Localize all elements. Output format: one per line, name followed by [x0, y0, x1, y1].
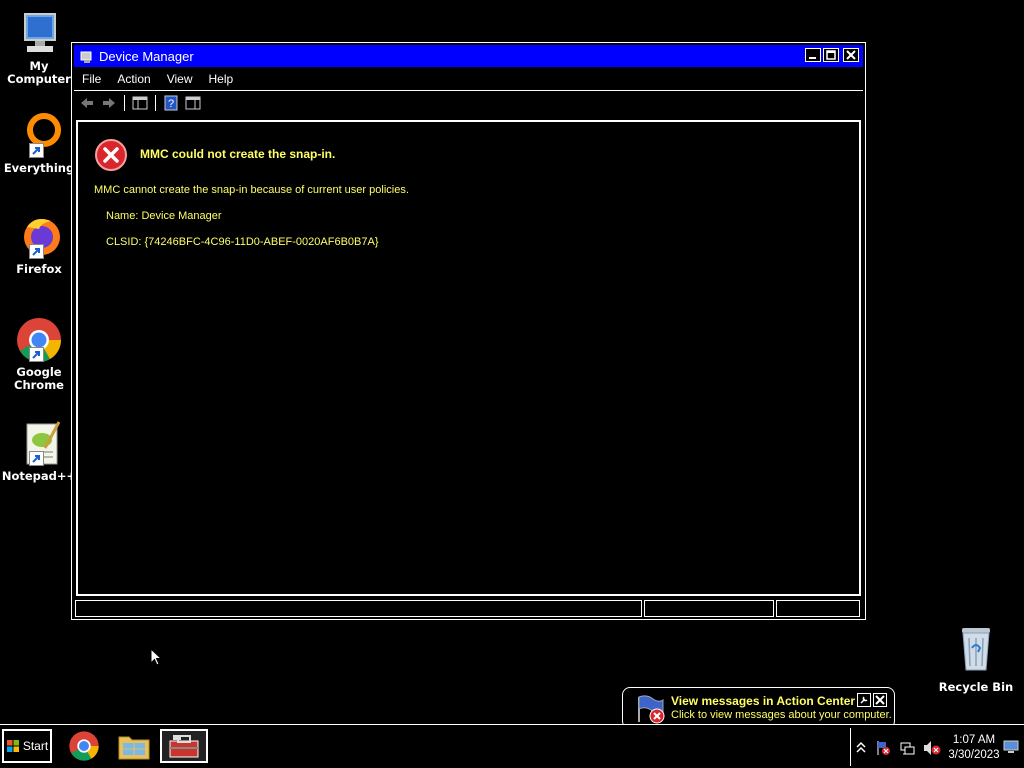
desktop-icon-label: Everything	[3, 161, 75, 175]
show-hide-action-pane-button[interactable]	[184, 94, 202, 112]
shortcut-arrow-icon	[29, 347, 44, 362]
title-bar[interactable]: Device Manager	[74, 45, 863, 67]
taskbar: Start 1:07 AM 3/30/2023	[0, 724, 1024, 768]
show-hide-console-tree-button[interactable]	[131, 94, 149, 112]
notification-text: Click to view messages about your comput…	[671, 709, 892, 721]
content-pane: MMC could not create the snap-in. MMC ca…	[76, 120, 861, 596]
toolbar-separator	[155, 95, 156, 111]
clock[interactable]: 1:07 AM 3/30/2023	[940, 733, 1008, 763]
toolbar-separator	[124, 95, 125, 111]
shortcut-arrow-icon	[29, 143, 44, 158]
desktop-icon-label: Firefox	[16, 262, 62, 276]
svg-text:?: ?	[168, 98, 174, 110]
desktop-icon-everything[interactable]: Everything	[0, 112, 78, 175]
mouse-cursor-icon	[150, 647, 163, 670]
system-tray	[850, 728, 941, 766]
error-snapin-name: Name: Device Manager	[106, 210, 222, 222]
menu-view[interactable]: View	[159, 72, 201, 86]
forward-button[interactable]	[100, 94, 118, 112]
menu-file[interactable]: File	[74, 72, 109, 86]
network-tray-icon[interactable]	[899, 740, 915, 756]
error-message: MMC cannot create the snap-in because of…	[94, 184, 409, 196]
help-icon[interactable]: ?	[162, 94, 180, 112]
chrome-icon	[69, 731, 99, 761]
firefox-icon	[15, 213, 63, 261]
desktop-icon-notepad-plus-plus[interactable]: Notepad++	[0, 420, 78, 483]
back-button[interactable]	[78, 94, 96, 112]
minimize-button[interactable]	[805, 48, 821, 62]
window-title: Device Manager	[99, 48, 194, 64]
wrench-icon	[860, 696, 868, 704]
action-center-flag-icon	[633, 694, 667, 724]
taskbar-device-manager-button[interactable]	[160, 729, 208, 763]
action-center-notification[interactable]: View messages in Action Center Click to …	[622, 687, 895, 738]
desktop-icon-label: Google Chrome	[14, 365, 64, 392]
desktop-icon-firefox[interactable]: Firefox	[0, 213, 78, 276]
shortcut-arrow-icon	[29, 244, 44, 259]
recycle-bin-icon	[962, 628, 990, 671]
monitor-icon	[1003, 740, 1019, 753]
show-hidden-icons-button[interactable]	[853, 740, 869, 756]
menu-divider	[74, 90, 863, 91]
action-center-tray-icon[interactable]	[875, 740, 891, 756]
status-bar	[75, 600, 862, 617]
error-title: MMC could not create the snap-in.	[140, 147, 336, 161]
windows-logo-icon	[6, 740, 19, 752]
toolbar: ?	[78, 93, 202, 113]
desktop-icon-google-chrome[interactable]: Google Chrome	[0, 316, 78, 392]
close-icon	[875, 695, 885, 705]
desktop-icon-my-computer[interactable]: My Computer	[0, 10, 78, 86]
status-pane-2	[644, 600, 774, 617]
show-desktop-button[interactable]	[1003, 739, 1019, 753]
everything-icon	[15, 112, 63, 160]
device-manager-window[interactable]: Device Manager File Action View Help ? M…	[71, 42, 866, 620]
start-label: Start	[22, 739, 49, 753]
device-manager-icon	[80, 49, 94, 63]
error-icon	[94, 138, 128, 172]
maximize-button[interactable]	[823, 48, 839, 62]
menu-action[interactable]: Action	[109, 72, 158, 86]
clock-time: 1:07 AM	[952, 734, 996, 746]
notification-title: View messages in Action Center	[671, 694, 856, 708]
notification-close-button[interactable]	[873, 693, 887, 707]
clock-date: 3/30/2023	[948, 749, 1000, 761]
shortcut-arrow-icon	[29, 451, 44, 466]
menu-bar: File Action View Help	[74, 69, 241, 89]
desktop-icon-label: Notepad++	[1, 469, 77, 483]
taskbar-explorer-button[interactable]	[114, 729, 154, 763]
chrome-icon	[15, 316, 63, 364]
status-pane-main	[75, 600, 642, 617]
menu-help[interactable]: Help	[201, 72, 242, 86]
notification-settings-button[interactable]	[857, 693, 871, 707]
desktop-icon-label: Recycle Bin	[938, 680, 1014, 694]
computer-icon	[15, 10, 63, 58]
desktop-icon-recycle-bin[interactable]: Recycle Bin	[936, 624, 1016, 694]
folder-icon	[118, 736, 150, 760]
close-button[interactable]	[843, 48, 859, 62]
volume-muted-tray-icon[interactable]	[923, 740, 941, 756]
toolbox-icon	[169, 735, 199, 758]
error-clsid: CLSID: {74246BFC-4C96-11D0-ABEF-0020AF6B…	[106, 236, 379, 248]
start-button[interactable]: Start	[2, 729, 52, 763]
desktop-icon-label: My Computer	[7, 59, 71, 86]
notepad-plus-plus-icon	[15, 420, 63, 468]
status-pane-3	[776, 600, 860, 617]
taskbar-chrome-button[interactable]	[64, 729, 104, 763]
chevron-up-icon	[856, 741, 866, 753]
